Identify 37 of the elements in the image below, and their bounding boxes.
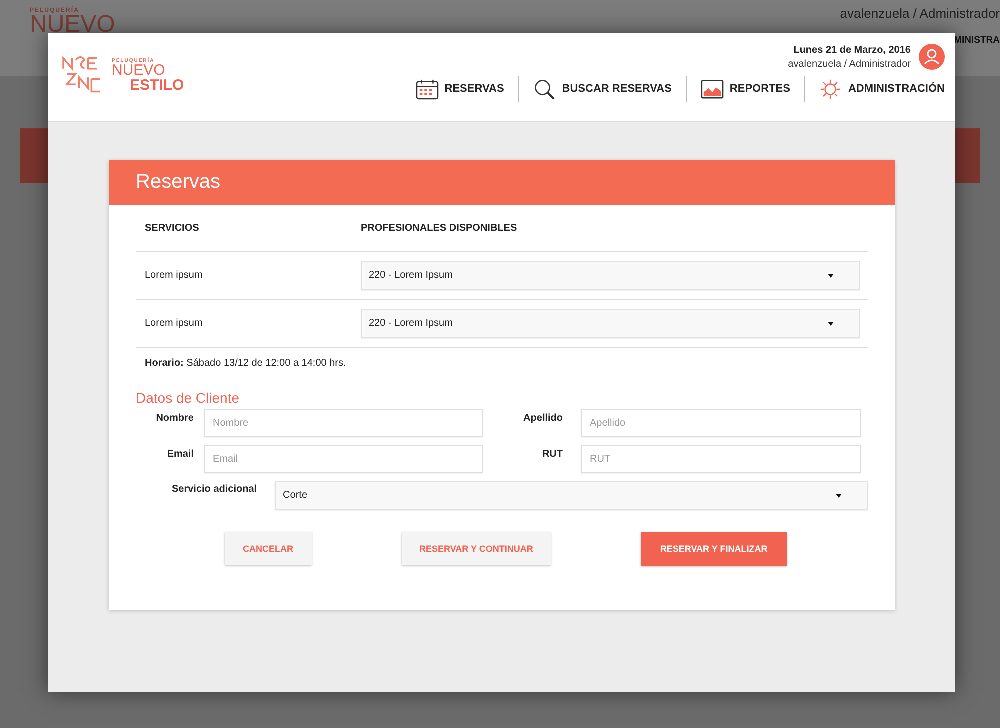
field-label: Apellido	[522, 412, 564, 426]
field-label: Nombre	[155, 412, 194, 426]
field-label: Email	[166, 448, 194, 462]
avatar-icon[interactable]	[919, 44, 945, 70]
field-label: RUT	[541, 448, 564, 462]
column-header: PROFESIONALES DISPONIBLES	[361, 222, 518, 234]
user-label: avalenzuela / Administrador	[788, 58, 911, 70]
nav-link[interactable]: ADMINISTRACIÓN	[819, 78, 945, 100]
nav-link[interactable]: BUSCAR RESERVAS	[533, 78, 672, 100]
schedule-text: Horario: Sábado 13/12 de 12:00 a 14:00 hrs.	[145, 358, 346, 369]
column-header: SERVICIOS	[145, 222, 200, 234]
user-label: avalenzuela / Administrador	[840, 6, 1000, 21]
field-label: Servicio adicional	[172, 483, 258, 497]
search-icon	[533, 78, 556, 100]
table-cell-text: Lorem ipsum	[145, 270, 204, 281]
input-field[interactable]: RUT	[581, 445, 861, 473]
table-cell-text: Lorem ipsum	[145, 318, 204, 329]
caret-icon	[828, 274, 834, 278]
service-dropdown[interactable]: Corte	[275, 481, 868, 510]
date-label: Lunes 21 de Marzo, 2016	[794, 44, 911, 56]
brand-name: NUEVO	[112, 64, 166, 78]
settings-icon	[819, 78, 842, 100]
professional-dropdown[interactable]: 220 - Lorem Ipsum	[361, 261, 860, 290]
caret-icon	[836, 494, 842, 498]
section-title: Datos de Cliente	[136, 390, 241, 406]
nav-link[interactable]: REPORTES	[700, 78, 790, 100]
card-title: Reservas	[136, 171, 220, 194]
nav-link[interactable]: RESERVAS	[416, 78, 504, 100]
input-field[interactable]: Apellido	[581, 409, 861, 437]
professional-dropdown[interactable]: 220 - Lorem Ipsum	[361, 309, 860, 338]
brand-name: NUEVO	[30, 14, 116, 36]
input-field[interactable]: Email	[204, 445, 483, 473]
brand-name: ESTILO	[129, 78, 184, 92]
chart-icon	[700, 78, 724, 100]
caret-icon	[828, 322, 834, 326]
calendar-icon	[416, 78, 439, 100]
input-field[interactable]: Nombre	[204, 409, 483, 437]
